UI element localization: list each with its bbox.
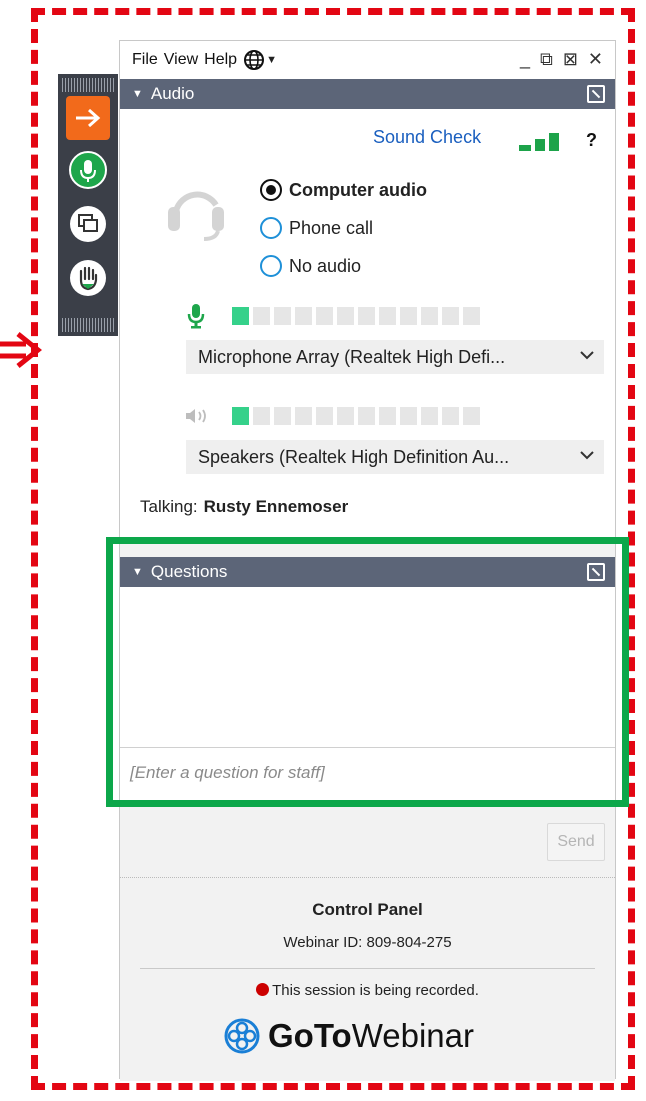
microphone-icon — [69, 151, 107, 189]
brand-goto: GoTo — [268, 1017, 352, 1054]
level-segment — [232, 307, 249, 325]
level-segment — [274, 407, 291, 425]
talking-name: Rusty Ennemoser — [203, 497, 349, 516]
sound-check-link[interactable]: Sound Check — [373, 127, 481, 148]
talking-label: Talking: — [140, 497, 198, 516]
level-segment — [400, 307, 417, 325]
raise-hand-button[interactable] — [66, 256, 110, 300]
annotation-red-arrow-icon — [0, 332, 42, 368]
recording-notice: This session is being recorded. — [120, 982, 615, 999]
popout-icon[interactable] — [587, 85, 605, 103]
radio-label-no-audio: No audio — [289, 255, 362, 276]
level-segment — [358, 407, 375, 425]
language-menu[interactable]: ▼ — [243, 49, 277, 71]
menu-view[interactable]: View — [164, 51, 198, 69]
audio-section-title: Audio — [150, 84, 195, 103]
level-segment — [421, 307, 438, 325]
panel-footer: Control Panel Webinar ID: 809-804-275 Th… — [120, 877, 615, 1081]
send-button[interactable]: Send — [547, 823, 605, 861]
gotowebinar-logo: GoTo Webinar — [224, 1016, 474, 1056]
level-segment — [274, 307, 291, 325]
level-segment — [358, 307, 375, 325]
menu-help[interactable]: Help — [204, 51, 237, 69]
collapse-panel-button[interactable] — [66, 96, 110, 140]
headset-icon — [168, 191, 224, 241]
record-dot-icon — [256, 983, 270, 996]
level-segment — [253, 307, 270, 325]
recording-text: This session is being recorded. — [272, 982, 479, 999]
menu-bar: File View Help ▼ _ ⧉ ⊠ ✕ — [120, 41, 615, 79]
menu-file[interactable]: File — [132, 51, 158, 69]
mic-level-meter — [232, 307, 480, 325]
footer-divider — [140, 968, 595, 969]
level-segment — [442, 307, 459, 325]
annotation-green-box — [106, 537, 629, 807]
speakers-select-value: Speakers (Realtek High Definition Au... — [198, 446, 510, 467]
speaker-icon — [186, 409, 206, 423]
close-icon[interactable]: ✕ — [588, 49, 603, 70]
level-segment — [379, 407, 396, 425]
microphone-icon — [187, 304, 205, 329]
level-segment — [421, 407, 438, 425]
restore-icon[interactable]: ⧉ — [540, 49, 553, 70]
grab-tab[interactable] — [58, 74, 118, 336]
level-segment — [463, 407, 480, 425]
mic-button[interactable] — [66, 148, 110, 192]
level-segment — [316, 307, 333, 325]
help-icon[interactable]: ? — [586, 130, 597, 151]
microphone-select-value: Microphone Array (Realtek High Defi... — [198, 346, 506, 367]
signal-strength-icon — [519, 131, 563, 151]
level-segment — [337, 307, 354, 325]
level-segment — [253, 407, 270, 425]
radio-phone-call[interactable]: Phone call — [260, 217, 373, 239]
webinar-id: Webinar ID: 809-804-275 — [283, 934, 452, 951]
level-segment — [379, 307, 396, 325]
screen-share-icon — [70, 206, 106, 242]
speakers-select[interactable]: Speakers (Realtek High Definition Au... — [186, 440, 604, 474]
audio-section-header[interactable]: ▼ Audio — [120, 79, 615, 109]
globe-dropdown-icon: ▼ — [266, 54, 277, 66]
raise-hand-icon — [70, 260, 106, 296]
globe-icon — [244, 50, 265, 70]
arrow-right-icon — [76, 108, 101, 128]
radio-no-audio[interactable]: No audio — [260, 255, 361, 277]
audio-pane: Sound Check ? Computer audio Phone call … — [120, 109, 615, 539]
chevron-down-icon — [580, 451, 594, 460]
popout-window-icon[interactable]: ⊠ — [563, 49, 578, 70]
radio-computer-audio[interactable]: Computer audio — [260, 179, 427, 201]
radio-label-phone-call: Phone call — [289, 217, 374, 238]
screen-button[interactable] — [66, 202, 110, 246]
level-segment — [442, 407, 459, 425]
window-buttons: _ ⧉ ⊠ ✕ — [520, 49, 603, 70]
minimize-icon[interactable]: _ — [520, 49, 530, 70]
microphone-select[interactable]: Microphone Array (Realtek High Defi... — [186, 340, 604, 374]
gotowebinar-logo-icon — [224, 1018, 260, 1054]
brand-webinar: Webinar — [351, 1017, 474, 1054]
grip-bottom — [62, 318, 114, 332]
level-segment — [400, 407, 417, 425]
level-segment — [232, 407, 249, 425]
collapse-triangle-icon: ▼ — [132, 88, 143, 100]
level-segment — [463, 307, 480, 325]
level-segment — [295, 307, 312, 325]
level-segment — [295, 407, 312, 425]
chevron-down-icon — [580, 351, 594, 360]
radio-selected-icon — [260, 179, 282, 201]
control-panel-title: Control Panel — [312, 900, 423, 919]
radio-label-computer-audio: Computer audio — [289, 179, 427, 200]
talking-indicator: Talking: Rusty Ennemoser — [140, 497, 348, 517]
level-segment — [337, 407, 354, 425]
speaker-level-meter — [232, 407, 480, 425]
radio-unselected-icon — [260, 217, 282, 239]
level-segment — [316, 407, 333, 425]
grip-top — [62, 78, 114, 92]
radio-unselected-icon — [260, 255, 282, 277]
